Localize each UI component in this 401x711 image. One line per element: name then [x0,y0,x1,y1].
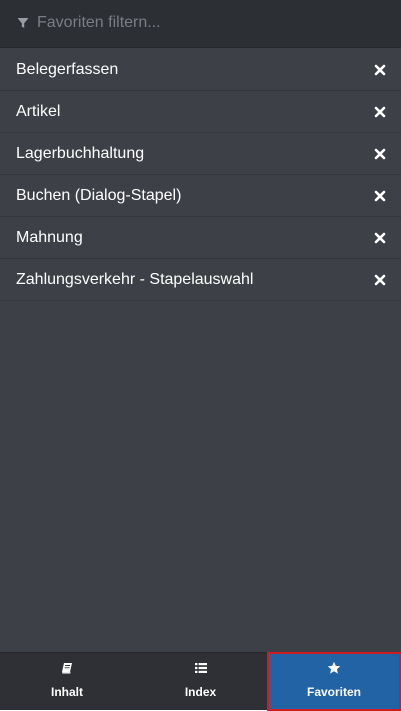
tab-label: Favoriten [306,685,361,699]
list-item[interactable]: Zahlungsverkehr - Stapelauswahl [0,259,401,301]
close-icon[interactable] [374,64,386,76]
favorite-label: Zahlungsverkehr - Stapelauswahl [16,271,254,288]
list-item[interactable]: Belegerfassen [0,49,401,91]
favorite-label: Lagerbuchhaltung [16,145,145,162]
close-icon[interactable] [374,190,386,202]
close-icon[interactable] [374,274,386,286]
tab-index[interactable]: Index [134,653,267,711]
favorite-label: Belegerfassen [16,61,119,78]
tab-label: Index [184,685,217,699]
favorites-panel: Belegerfassen Artikel Lagerbuchhaltung B… [0,0,401,711]
favorites-filter-input[interactable] [37,9,387,37]
list-item[interactable]: Artikel [0,91,401,133]
favorite-label: Artikel [16,103,61,120]
book-icon [62,663,72,674]
favorites-list: Belegerfassen Artikel Lagerbuchhaltung B… [0,49,401,301]
tab-inhalt[interactable]: Inhalt [0,653,134,711]
close-icon[interactable] [374,232,386,244]
favorite-label: Buchen (Dialog-Stapel) [16,187,182,204]
favorite-label: Mahnung [16,229,83,246]
list-item[interactable]: Mahnung [0,217,401,259]
star-icon [327,661,341,674]
filter-icon [17,18,29,28]
tab-favoriten[interactable]: Favoriten [267,652,401,711]
list-item[interactable]: Buchen (Dialog-Stapel) [0,175,401,217]
tab-label: Inhalt [51,685,83,699]
bottom-tab-bar: Inhalt Index Favoriten [0,652,401,711]
close-icon[interactable] [374,106,386,118]
close-icon[interactable] [374,148,386,160]
list-item[interactable]: Lagerbuchhaltung [0,133,401,175]
list-icon [194,663,207,673]
filter-bar [0,0,401,48]
